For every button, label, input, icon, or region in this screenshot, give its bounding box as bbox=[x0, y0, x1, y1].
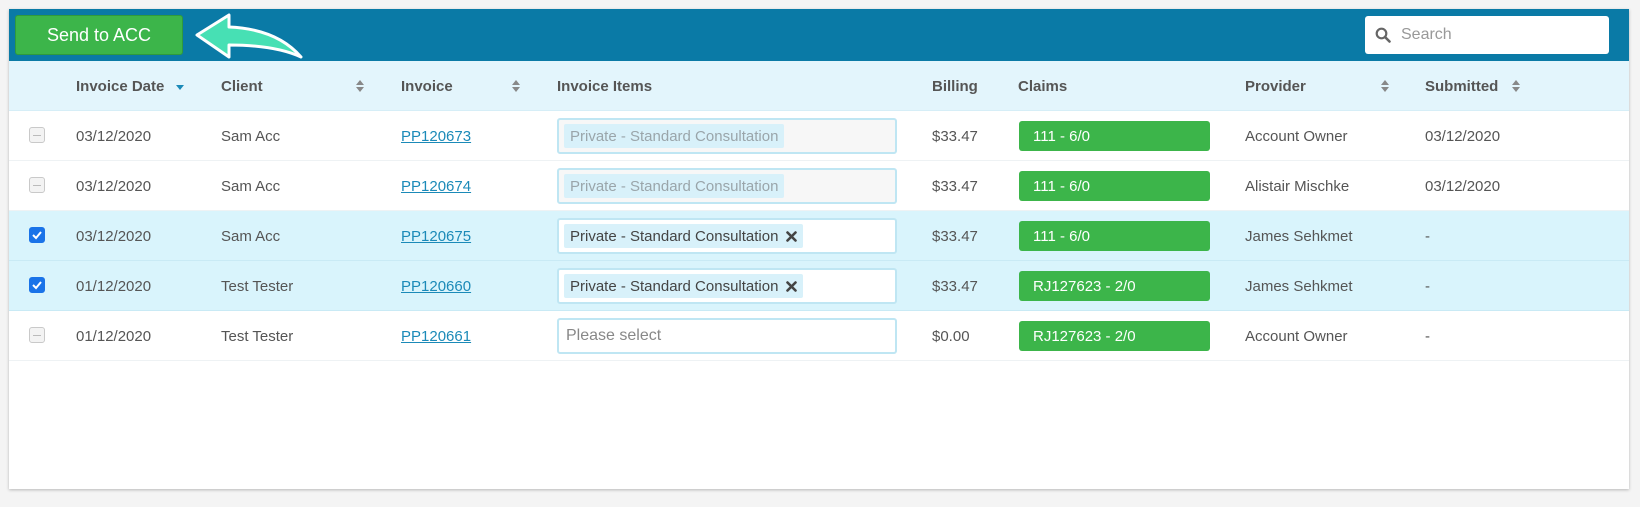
claim-badge[interactable]: RJ127623 - 2/0 bbox=[1019, 271, 1210, 301]
sort-icon[interactable] bbox=[511, 61, 521, 111]
row-submitted: - bbox=[1425, 327, 1430, 345]
invoice-items-select[interactable]: Private - Standard Consultation bbox=[557, 118, 897, 154]
row-date: 03/12/2020 bbox=[76, 127, 152, 145]
row-checkbox[interactable] bbox=[29, 227, 45, 243]
invoice-item-label: Private - Standard Consultation bbox=[570, 127, 779, 145]
row-date: 01/12/2020 bbox=[76, 327, 152, 345]
row-provider: James Sehkmet bbox=[1245, 227, 1353, 245]
checkbox-icon bbox=[32, 281, 42, 290]
row-submitted: - bbox=[1425, 227, 1430, 245]
row-billing: $33.47 bbox=[932, 177, 978, 195]
table-row: 01/12/2020 Test Tester PP120660 Private … bbox=[9, 261, 1629, 311]
search-box[interactable] bbox=[1365, 16, 1609, 54]
header-provider[interactable]: Provider bbox=[1245, 61, 1306, 111]
row-submitted: 03/12/2020 bbox=[1425, 177, 1501, 195]
row-checkbox[interactable] bbox=[29, 327, 45, 343]
row-billing: $0.00 bbox=[932, 327, 970, 345]
table-row: 01/12/2020 Test Tester PP120661 Please s… bbox=[9, 311, 1629, 361]
header-billing: Billing bbox=[932, 77, 978, 95]
row-checkbox[interactable] bbox=[29, 277, 45, 293]
row-client: Test Tester bbox=[221, 327, 294, 345]
row-billing: $33.47 bbox=[932, 127, 978, 145]
row-submitted: 03/12/2020 bbox=[1425, 127, 1501, 145]
remove-icon[interactable] bbox=[786, 280, 798, 292]
header-invoice[interactable]: Invoice bbox=[401, 61, 453, 111]
invoice-items-select[interactable]: Private - Standard Consultation bbox=[557, 168, 897, 204]
row-submitted: - bbox=[1425, 277, 1430, 295]
sort-icon[interactable] bbox=[355, 61, 365, 111]
row-provider: Account Owner bbox=[1245, 327, 1348, 345]
claim-badge[interactable]: 111 - 6/0 bbox=[1019, 121, 1210, 151]
table-header: Invoice Date Client Invoice Invoice Item… bbox=[9, 61, 1629, 111]
row-checkbox[interactable] bbox=[29, 177, 45, 193]
row-date: 03/12/2020 bbox=[76, 227, 152, 245]
row-provider: Account Owner bbox=[1245, 127, 1348, 145]
header-client[interactable]: Client bbox=[221, 61, 263, 111]
invoice-panel: Send to ACC Invoice Date Client Invoice bbox=[9, 9, 1629, 489]
send-to-acc-button[interactable]: Send to ACC bbox=[15, 15, 183, 55]
invoice-table: Invoice Date Client Invoice Invoice Item… bbox=[9, 61, 1629, 361]
header-invoice-date[interactable]: Invoice Date bbox=[76, 61, 164, 111]
invoice-item-label: Private - Standard Consultation bbox=[570, 277, 779, 295]
invoice-item-tag: Private - Standard Consultation bbox=[564, 224, 804, 248]
sort-desc-icon[interactable] bbox=[175, 61, 185, 111]
invoice-items-placeholder: Please select bbox=[566, 327, 662, 344]
sort-icon[interactable] bbox=[1380, 61, 1390, 111]
invoice-item-tag: Private - Standard Consultation bbox=[564, 124, 785, 148]
row-date: 01/12/2020 bbox=[76, 277, 152, 295]
header-invoice-items: Invoice Items bbox=[557, 77, 653, 95]
row-date: 03/12/2020 bbox=[76, 177, 152, 195]
invoice-link[interactable]: PP120675 bbox=[401, 211, 471, 261]
table-row: 03/12/2020 Sam Acc PP120673 Private - St… bbox=[9, 111, 1629, 161]
toolbar: Send to ACC bbox=[9, 9, 1629, 61]
sort-icon[interactable] bbox=[1511, 61, 1521, 111]
claim-badge[interactable]: 111 - 6/0 bbox=[1019, 171, 1210, 201]
invoice-link[interactable]: PP120674 bbox=[401, 161, 471, 211]
invoice-item-label: Private - Standard Consultation bbox=[570, 227, 779, 245]
claim-badge[interactable]: 111 - 6/0 bbox=[1019, 221, 1210, 251]
claim-badge[interactable]: RJ127623 - 2/0 bbox=[1019, 321, 1210, 351]
invoice-link[interactable]: PP120661 bbox=[401, 311, 471, 361]
table-row: 03/12/2020 Sam Acc PP120675 Private - St… bbox=[9, 211, 1629, 261]
row-client: Sam Acc bbox=[221, 227, 281, 245]
search-input[interactable] bbox=[1399, 25, 1599, 45]
invoice-items-select[interactable]: Private - Standard Consultation bbox=[557, 218, 897, 254]
invoice-item-tag: Private - Standard Consultation bbox=[564, 274, 804, 298]
row-client: Sam Acc bbox=[221, 127, 281, 145]
header-claims: Claims bbox=[1018, 77, 1068, 95]
row-client: Test Tester bbox=[221, 277, 294, 295]
invoice-items-select[interactable]: Please select bbox=[557, 318, 897, 354]
invoice-link[interactable]: PP120660 bbox=[401, 261, 471, 311]
header-submitted[interactable]: Submitted bbox=[1425, 61, 1498, 111]
invoice-item-label: Private - Standard Consultation bbox=[570, 177, 779, 195]
table-row: 03/12/2020 Sam Acc PP120674 Private - St… bbox=[9, 161, 1629, 211]
row-client: Sam Acc bbox=[221, 177, 281, 195]
invoice-link[interactable]: PP120673 bbox=[401, 111, 471, 161]
row-checkbox[interactable] bbox=[29, 127, 45, 143]
row-provider: James Sehkmet bbox=[1245, 277, 1353, 295]
search-icon bbox=[1375, 27, 1391, 43]
checkbox-icon bbox=[32, 231, 42, 240]
remove-icon[interactable] bbox=[786, 230, 798, 242]
row-provider: Alistair Mischke bbox=[1245, 177, 1350, 195]
row-billing: $33.47 bbox=[932, 277, 978, 295]
row-billing: $33.47 bbox=[932, 227, 978, 245]
invoice-items-select[interactable]: Private - Standard Consultation bbox=[557, 268, 897, 304]
invoice-item-tag: Private - Standard Consultation bbox=[564, 174, 785, 198]
